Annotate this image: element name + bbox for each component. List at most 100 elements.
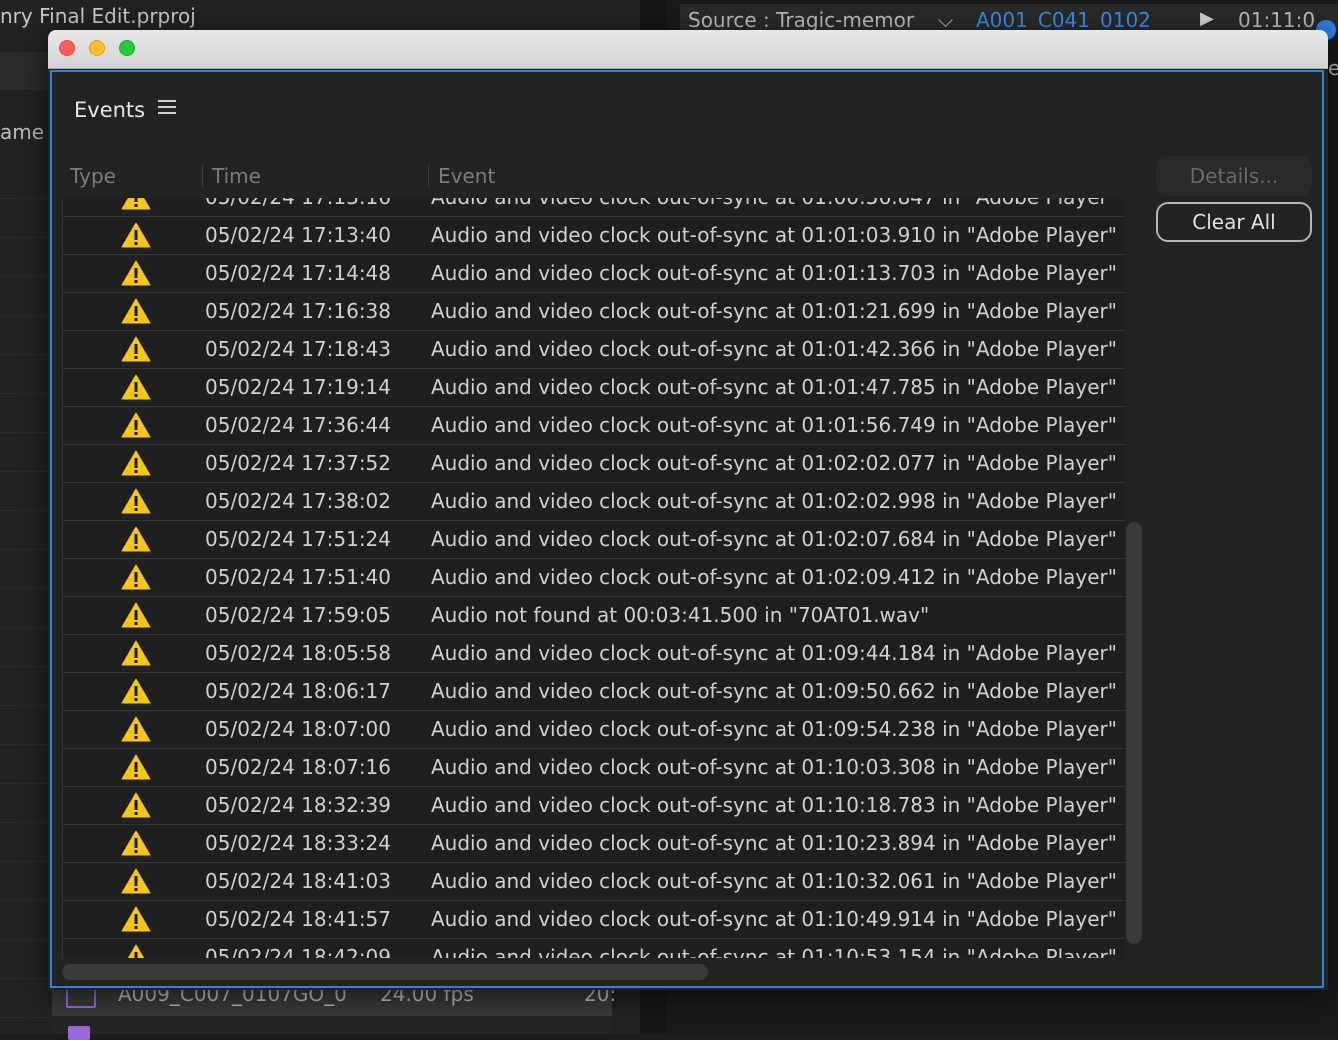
event-time: 05/02/24 18:41:03: [205, 869, 392, 893]
source-timecode: 01:11:0: [1238, 8, 1316, 32]
warning-icon: [121, 198, 151, 210]
event-row[interactable]: 05/02/24 18:41:57 Audio and video clock o…: [63, 900, 1125, 939]
vertical-scrollbar[interactable]: [1126, 522, 1142, 944]
event-time: 05/02/24 18:32:39: [205, 793, 392, 817]
warning-icon: [121, 906, 151, 932]
event-row[interactable]: 05/02/24 17:13:16 Audio and video clock o…: [63, 198, 1125, 217]
event-row[interactable]: 05/02/24 17:18:43 Audio and video clock o…: [63, 330, 1125, 369]
event-row[interactable]: 05/02/24 18:42:09 Audio and video clock o…: [63, 938, 1125, 958]
event-row[interactable]: 05/02/24 18:05:58 Audio and video clock o…: [63, 634, 1125, 673]
event-row[interactable]: 05/02/24 18:32:39 Audio and video clock o…: [63, 786, 1125, 825]
clear-all-button[interactable]: Clear All: [1156, 202, 1312, 242]
event-row[interactable]: 05/02/24 18:06:17 Audio and video clock o…: [63, 672, 1125, 711]
play-icon[interactable]: ▶: [1200, 8, 1214, 29]
event-row[interactable]: 05/02/24 18:07:16 Audio and video clock o…: [63, 748, 1125, 787]
event-row[interactable]: 05/02/24 18:41:03 Audio and video clock o…: [63, 862, 1125, 901]
chevron-down-icon[interactable]: ⌵: [938, 8, 953, 32]
event-time: 05/02/24 17:19:14: [205, 375, 392, 399]
event-row[interactable]: 05/02/24 17:51:40 Audio and video clock o…: [63, 558, 1125, 597]
event-description: Audio and video clock out-of-sync at 01:…: [431, 299, 1117, 323]
warning-icon: [121, 868, 151, 894]
warning-icon: [121, 564, 151, 590]
warning-icon: [121, 754, 151, 780]
event-description: Audio and video clock out-of-sync at 01:…: [431, 793, 1117, 817]
event-time: 05/02/24 17:51:24: [205, 527, 392, 551]
close-window-button[interactable]: [59, 40, 75, 56]
background-edge-text: e: [1328, 56, 1338, 80]
event-description: Audio and video clock out-of-sync at 01:…: [431, 679, 1117, 703]
warning-icon: [121, 678, 151, 704]
event-description: Audio and video clock out-of-sync at 01:…: [431, 565, 1117, 589]
event-description: Audio and video clock out-of-sync at 01:…: [431, 717, 1117, 741]
event-row[interactable]: 05/02/24 17:37:52 Audio and video clock o…: [63, 444, 1125, 483]
event-description: Audio and video clock out-of-sync at 01:…: [431, 413, 1117, 437]
event-time: 05/02/24 17:51:40: [205, 565, 392, 589]
project-list: [0, 160, 52, 1034]
event-description: Audio and video clock out-of-sync at 01:…: [431, 261, 1117, 285]
maximize-window-button[interactable]: [119, 40, 135, 56]
event-description: Audio and video clock out-of-sync at 01:…: [431, 869, 1117, 893]
warning-icon: [121, 792, 151, 818]
column-divider[interactable]: [202, 164, 203, 188]
details-button[interactable]: Details...: [1156, 156, 1312, 196]
name-column-header[interactable]: ame: [0, 120, 44, 144]
event-row[interactable]: 05/02/24 17:38:02 Audio and video clock o…: [63, 482, 1125, 521]
event-time: 05/02/24 18:06:17: [205, 679, 392, 703]
minimize-window-button[interactable]: [89, 40, 105, 56]
project-clip-row[interactable]: [52, 1016, 612, 1040]
clip-icon: [68, 1026, 90, 1040]
event-time: 05/02/24 17:14:48: [205, 261, 392, 285]
source-monitor-header: Source : Tragic-memor ⌵ A001_C041_0102 ▶…: [680, 4, 1338, 32]
event-description: Audio and video clock out-of-sync at 01:…: [431, 223, 1117, 247]
warning-icon: [121, 260, 151, 286]
event-description: Audio and video clock out-of-sync at 01:…: [431, 198, 1117, 216]
horizontal-scrollbar[interactable]: [62, 964, 708, 980]
event-row[interactable]: 05/02/24 17:13:40 Audio and video clock o…: [63, 216, 1125, 255]
warning-icon: [121, 298, 151, 324]
event-description: Audio and video clock out-of-sync at 01:…: [431, 337, 1117, 361]
event-row[interactable]: 05/02/24 18:07:00 Audio and video clock o…: [63, 710, 1125, 749]
event-time: 05/02/24 18:07:00: [205, 717, 392, 741]
warning-icon: [121, 222, 151, 248]
events-window: Events Type Time Event 05/02/24 17:13:16…: [48, 30, 1328, 990]
event-row[interactable]: 05/02/24 17:19:14 Audio and video clock o…: [63, 368, 1125, 407]
window-titlebar[interactable]: [48, 30, 1328, 69]
event-description: Audio not found at 00:03:41.500 in "70AT…: [431, 603, 930, 627]
events-list[interactable]: 05/02/24 17:13:16 Audio and video clock o…: [62, 198, 1125, 958]
event-time: 05/02/24 17:13:16: [205, 198, 391, 216]
warning-icon: [121, 602, 151, 628]
warning-icon: [121, 336, 151, 362]
hamburger-menu-icon[interactable]: [158, 100, 176, 116]
event-time: 05/02/24 17:13:40: [205, 223, 392, 247]
event-row[interactable]: 05/02/24 18:33:24 Audio and video clock o…: [63, 824, 1125, 863]
event-row[interactable]: 05/02/24 17:16:38 Audio and video clock o…: [63, 292, 1125, 331]
column-header-time[interactable]: Time: [212, 158, 261, 194]
source-label[interactable]: Source : Tragic-memor: [688, 8, 914, 32]
event-description: Audio and video clock out-of-sync at 01:…: [431, 907, 1117, 931]
event-description: Audio and video clock out-of-sync at 01:…: [431, 831, 1117, 855]
event-time: 05/02/24 17:59:05: [205, 603, 392, 627]
events-panel: Events Type Time Event 05/02/24 17:13:16…: [50, 70, 1324, 988]
warning-icon: [121, 488, 151, 514]
event-time: 05/02/24 17:36:44: [205, 413, 392, 437]
warning-icon: [121, 830, 151, 856]
warning-icon: [121, 716, 151, 742]
event-description: Audio and video clock out-of-sync at 01:…: [431, 451, 1117, 475]
event-description: Audio and video clock out-of-sync at 01:…: [431, 945, 1117, 958]
warning-icon: [121, 450, 151, 476]
event-time: 05/02/24 17:37:52: [205, 451, 392, 475]
warning-icon: [121, 640, 151, 666]
event-description: Audio and video clock out-of-sync at 01:…: [431, 641, 1117, 665]
event-row[interactable]: 05/02/24 17:59:05 Audio not found at 00:0…: [63, 596, 1125, 635]
event-row[interactable]: 05/02/24 17:14:48 Audio and video clock o…: [63, 254, 1125, 293]
project-toolbar: [0, 52, 52, 90]
warning-icon: [121, 412, 151, 438]
event-description: Audio and video clock out-of-sync at 01:…: [431, 375, 1117, 399]
column-divider[interactable]: [428, 164, 429, 188]
column-header-type[interactable]: Type: [70, 158, 116, 194]
column-header-event[interactable]: Event: [438, 158, 495, 194]
event-row[interactable]: 05/02/24 17:36:44 Audio and video clock o…: [63, 406, 1125, 445]
event-time: 05/02/24 18:05:58: [205, 641, 392, 665]
source-clip-name[interactable]: A001_C041_0102: [976, 8, 1151, 32]
event-row[interactable]: 05/02/24 17:51:24 Audio and video clock o…: [63, 520, 1125, 559]
